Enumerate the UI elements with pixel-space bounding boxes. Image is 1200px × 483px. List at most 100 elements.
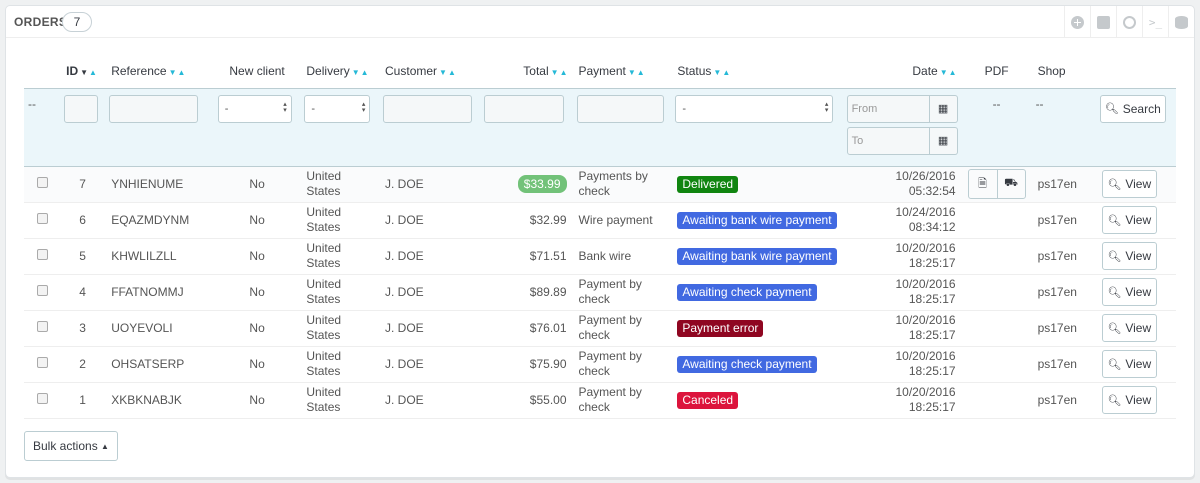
sql-icon: >_ xyxy=(1148,15,1163,29)
sort-asc-icon[interactable]: ▲ xyxy=(949,68,957,77)
view-order-button[interactable]: 🔍︎ View xyxy=(1101,314,1157,342)
sort-asc-icon[interactable]: ▲ xyxy=(722,68,730,77)
order-time: 18:25:17 xyxy=(908,292,956,306)
view-order-button[interactable]: 🔍︎ View xyxy=(1101,170,1157,198)
sort-desc-icon[interactable]: ▼ xyxy=(551,68,559,77)
order-payment: Payment by check xyxy=(572,346,672,383)
order-new-client: No xyxy=(213,382,301,419)
view-order-button[interactable]: 🔍︎ View xyxy=(1101,242,1157,270)
order-pdf-cell xyxy=(961,238,1032,275)
orders-table: ID ▼ ▲ Reference ▼ ▲ New client Delivery ▼ ▲ C… xyxy=(24,54,1176,419)
sql-query-button[interactable]: >_ xyxy=(1142,6,1168,38)
order-customer: J. DOE xyxy=(379,238,480,275)
order-status-cell: Canceled xyxy=(671,382,843,419)
filter-select-placeholder: -- xyxy=(24,87,61,167)
order-row[interactable]: 7 YNHIENUME No United States J. DOE $33.99 Pay… xyxy=(24,166,1176,203)
order-payment: Payment by check xyxy=(572,382,672,419)
sort-desc-icon[interactable]: ▼ xyxy=(439,68,447,77)
order-row[interactable]: 4 FFATNOMMJ No United States J. DOE $89.89 Pay… xyxy=(24,274,1176,311)
order-shop: ps17en xyxy=(1031,310,1096,347)
order-actions-cell: 🔍︎ View xyxy=(1095,274,1176,311)
order-reference: KHWLILZLL xyxy=(105,238,214,275)
order-pdf-cell xyxy=(961,274,1032,311)
refresh-list-button[interactable] xyxy=(1116,6,1142,38)
view-order-button[interactable]: 🔍︎ View xyxy=(1101,206,1157,234)
status-badge: Delivered xyxy=(677,175,739,193)
filter-total-input[interactable] xyxy=(483,94,564,123)
order-time: 05:32:54 xyxy=(908,184,956,198)
export-button[interactable] xyxy=(1090,6,1116,38)
total-highlight: $33.99 xyxy=(517,175,567,193)
filter-new-client-select[interactable]: - xyxy=(217,94,292,123)
sort-desc-icon[interactable]: ▼ xyxy=(628,68,636,77)
filter-date-from-input[interactable]: From xyxy=(846,94,930,123)
sort-desc-icon[interactable]: ▼ xyxy=(713,68,721,77)
order-date-cell: 10/24/2016 08:34:12 xyxy=(842,202,962,239)
row-checkbox[interactable] xyxy=(36,249,48,260)
order-delivery: United States xyxy=(300,274,380,311)
row-checkbox[interactable] xyxy=(36,321,48,332)
calendar-icon[interactable]: ▦ xyxy=(929,94,958,123)
order-delivery: United States xyxy=(300,346,380,383)
order-row[interactable]: 5 KHWLILZLL No United States J. DOE $71.51 Ban… xyxy=(24,238,1176,275)
order-row[interactable]: 3 UOYEVOLI No United States J. DOE $76.01 Paym… xyxy=(24,310,1176,347)
row-checkbox[interactable] xyxy=(36,285,48,296)
view-order-button[interactable]: 🔍︎ View xyxy=(1101,278,1157,306)
order-new-client: No xyxy=(213,238,301,275)
order-pdf-cell xyxy=(961,202,1032,239)
view-label: View xyxy=(1125,357,1152,371)
filter-delivery-select[interactable]: - xyxy=(304,94,371,123)
order-customer: J. DOE xyxy=(379,166,480,203)
filter-reference-input[interactable] xyxy=(109,94,199,123)
filter-payment-input[interactable] xyxy=(576,94,664,123)
sort-asc-icon[interactable]: ▲ xyxy=(361,68,369,77)
order-payment: Payments by check xyxy=(572,166,672,203)
search-button[interactable]: 🔍︎ Search xyxy=(1099,94,1166,123)
add-new-order-button[interactable] xyxy=(1064,6,1090,38)
sort-desc-icon[interactable]: ▼ xyxy=(169,68,177,77)
view-order-button[interactable]: 🔍︎ View xyxy=(1101,386,1157,414)
order-row[interactable]: 2 OHSATSERP No United States J. DOE $75.90 Pay… xyxy=(24,346,1176,383)
sort-asc-icon[interactable]: ▲ xyxy=(560,68,568,77)
row-checkbox[interactable] xyxy=(36,357,48,368)
order-row[interactable]: 1 XKBKNABJK No United States J. DOE $55.00 Pay… xyxy=(24,382,1176,419)
column-header-reference: Reference ▼ ▲ xyxy=(111,63,185,78)
filter-customer-input[interactable] xyxy=(383,94,473,123)
sort-asc-icon[interactable]: ▲ xyxy=(448,68,456,77)
order-date-cell: 10/20/2016 18:25:17 xyxy=(842,346,962,383)
order-actions-cell: 🔍︎ View xyxy=(1095,202,1176,239)
order-total: $71.51 xyxy=(529,249,567,263)
filter-id-input[interactable] xyxy=(64,94,99,123)
order-status-cell: Awaiting bank wire payment xyxy=(671,238,843,275)
sql-manager-button[interactable] xyxy=(1168,6,1194,38)
order-actions-cell: 🔍︎ View xyxy=(1095,346,1176,383)
order-row[interactable]: 6 EQAZMDYNM No United States J. DOE $32.99 Wir… xyxy=(24,202,1176,239)
sort-desc-icon[interactable]: ▼ xyxy=(80,68,88,77)
order-pdf-cell xyxy=(961,346,1032,383)
order-pdf-cell xyxy=(961,382,1032,419)
sort-asc-icon[interactable]: ▲ xyxy=(637,68,645,77)
filter-status-select[interactable]: - xyxy=(675,94,834,123)
calendar-icon[interactable]: ▦ xyxy=(929,126,958,155)
order-payment: Bank wire xyxy=(572,238,672,275)
zoom-icon: 🔍︎ xyxy=(1107,322,1122,335)
header-row: ID ▼ ▲ Reference ▼ ▲ New client Delivery ▼ ▲ C… xyxy=(24,54,1176,88)
delivery-slip-icon[interactable]: ⛟ xyxy=(996,170,1025,198)
view-order-button[interactable]: 🔍︎ View xyxy=(1101,350,1157,378)
row-checkbox[interactable] xyxy=(36,393,48,404)
sort-desc-icon[interactable]: ▼ xyxy=(352,68,360,77)
order-shop: ps17en xyxy=(1031,346,1096,383)
row-checkbox[interactable] xyxy=(36,177,48,188)
order-date: 10/20/2016 xyxy=(895,349,956,363)
filter-date-to-input[interactable]: To xyxy=(846,126,930,155)
bulk-actions-button[interactable]: Bulk actions ▲ xyxy=(24,431,118,461)
sort-asc-icon[interactable]: ▲ xyxy=(89,68,97,77)
order-pdf-cell xyxy=(961,310,1032,347)
invoice-icon[interactable]: 🗎 xyxy=(969,170,997,198)
sort-asc-icon[interactable]: ▲ xyxy=(177,68,185,77)
order-date: 10/20/2016 xyxy=(895,313,956,327)
sort-desc-icon[interactable]: ▼ xyxy=(940,68,948,77)
panel-heading: Orders 7 >_ xyxy=(6,6,1194,38)
order-shop: ps17en xyxy=(1031,202,1096,239)
row-checkbox[interactable] xyxy=(36,213,48,224)
